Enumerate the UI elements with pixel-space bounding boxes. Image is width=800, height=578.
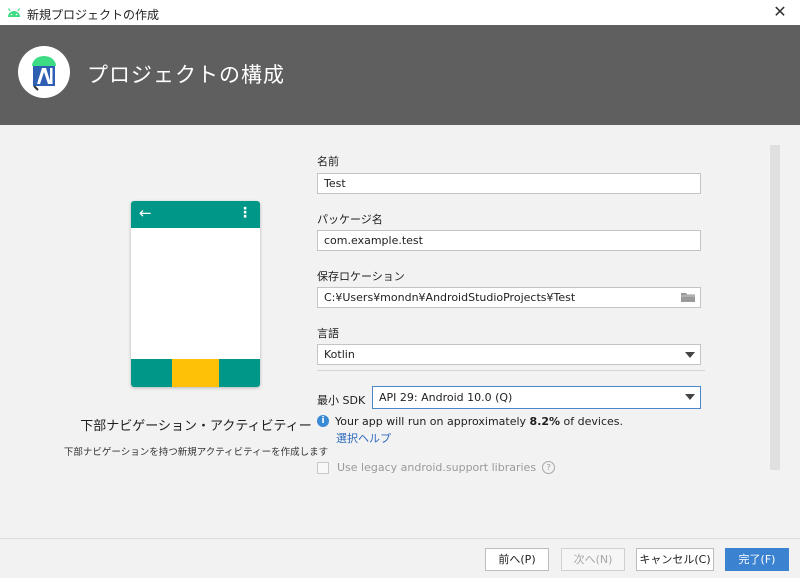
wizard-header: プロジェクトの構成: [0, 25, 800, 125]
template-name: 下部ナビゲーション・アクティビティー: [80, 419, 312, 434]
package-label: パッケージ名: [317, 213, 383, 226]
language-value: Kotlin: [324, 348, 355, 361]
language-select[interactable]: Kotlin: [317, 344, 701, 365]
android-studio-icon: [32, 56, 56, 91]
folder-icon[interactable]: [681, 292, 695, 302]
min-sdk-label: 最小 SDK: [317, 394, 366, 407]
package-input[interactable]: com.example.test: [317, 230, 701, 251]
sdk-coverage-percent: 8.2%: [529, 415, 561, 428]
android-studio-logo: [18, 46, 70, 98]
android-icon: [7, 8, 21, 17]
scrollbar[interactable]: [770, 145, 780, 470]
legacy-support-option: Use legacy android.support libraries ?: [317, 461, 556, 474]
sdk-coverage-text: Your app will run on approximately 8.2% …: [335, 415, 624, 428]
cancel-button[interactable]: キャンセル(C): [636, 548, 714, 571]
close-icon[interactable]: ✕: [770, 2, 790, 22]
preview-bottom-nav: [131, 359, 260, 387]
help-icon[interactable]: ?: [542, 461, 556, 474]
back-arrow-icon: ←: [139, 204, 152, 222]
chevron-down-icon: [685, 394, 695, 400]
window-title: 新規プロジェクトの作成: [27, 8, 160, 22]
location-input[interactable]: C:¥Users¥mondn¥AndroidStudioProjects¥Tes…: [317, 287, 701, 308]
language-label: 言語: [317, 327, 339, 340]
template-preview: ← ⋮: [131, 201, 260, 387]
wizard-content: ← ⋮ 下部ナビゲーション・アクティビティー 下部ナビゲーションを持つ新規アクテ…: [0, 125, 800, 538]
min-sdk-value: API 29: Android 10.0 (Q): [379, 391, 513, 404]
page-title: プロジェクトの構成: [87, 63, 285, 87]
previous-button[interactable]: 前へ(P): [485, 548, 549, 571]
info-icon: i: [317, 415, 329, 427]
preview-bottom-nav-selected: [172, 359, 219, 387]
name-label: 名前: [317, 155, 339, 168]
divider: [317, 370, 705, 371]
location-value: C:¥Users¥mondn¥AndroidStudioProjects¥Tes…: [324, 291, 576, 304]
more-vert-icon: ⋮: [238, 205, 252, 221]
window-titlebar: 新規プロジェクトの作成 ✕: [0, 0, 800, 25]
location-label: 保存ロケーション: [317, 270, 405, 283]
preview-app-bar: ← ⋮: [131, 201, 260, 228]
legacy-support-checkbox[interactable]: [317, 461, 329, 474]
finish-button[interactable]: 完了(F): [725, 548, 789, 571]
legacy-support-label: Use legacy android.support libraries: [337, 461, 537, 474]
wizard-footer: 前へ(P) 次へ(N) キャンセル(C) 完了(F): [0, 538, 800, 578]
chevron-down-icon: [685, 352, 695, 358]
next-button[interactable]: 次へ(N): [561, 548, 625, 571]
template-description: 下部ナビゲーションを持つ新規アクティビティーを作成します: [63, 447, 329, 458]
name-input[interactable]: Test: [317, 173, 701, 194]
selection-help-link[interactable]: 選択ヘルプ: [336, 430, 391, 446]
min-sdk-select[interactable]: API 29: Android 10.0 (Q): [372, 386, 701, 409]
